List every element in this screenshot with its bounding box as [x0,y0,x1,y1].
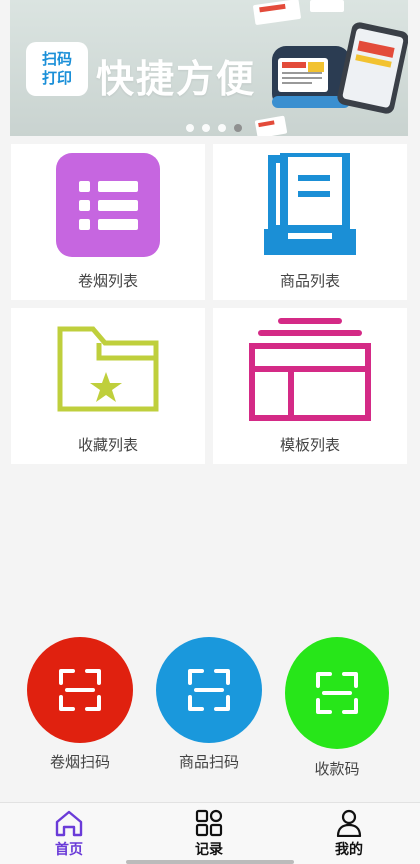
nav-home[interactable]: 首页 [29,809,109,859]
payment-code-button[interactable] [285,637,389,749]
product-scan-button[interactable] [156,637,262,743]
carousel-dot-2[interactable] [202,124,210,132]
nav-mine[interactable]: 我的 [309,809,389,859]
template-layout-icon [213,314,407,424]
scan-icon [188,669,230,711]
product-scan-label: 商品扫码 [178,753,239,771]
cigarette-scan-label: 卷烟扫码 [49,753,110,771]
bottom-navigation: 首页 记录 我的 [0,802,420,864]
favorites-list-label: 收藏列表 [77,436,138,454]
nav-home-label: 首页 [55,842,83,858]
star-folder-icon [11,314,205,424]
home-icon [55,810,83,837]
scan-print-badge: 扫码 打印 [26,42,88,96]
carousel-dots [186,124,242,132]
badge-line-2: 打印 [41,69,72,87]
template-list-label: 模板列表 [279,436,340,454]
label-printer-illustration [253,0,408,136]
nav-mine-label: 我的 [335,842,363,858]
product-list-label: 商品列表 [279,272,340,290]
payment-code-label: 收款码 [314,760,360,778]
favorites-list-card[interactable]: 收藏列表 [11,308,205,464]
nav-records-label: 记录 [195,842,223,858]
carousel-dot-1[interactable] [186,124,194,132]
carousel-dot-4[interactable] [234,124,242,132]
badge-line-1: 扫码 [41,50,72,68]
carousel-dot-3[interactable] [218,124,226,132]
home-indicator [126,860,294,864]
grid-apps-icon [195,809,223,837]
list-icon [11,150,205,260]
promo-banner[interactable]: 扫码 打印 快捷方便 [10,0,408,136]
cigarette-scan-button[interactable] [27,637,133,743]
user-icon [336,809,362,837]
scan-icon [316,672,358,714]
product-list-card[interactable]: 商品列表 [213,144,407,300]
template-list-card[interactable]: 模板列表 [213,308,407,464]
document-tray-icon [213,150,407,260]
nav-records[interactable]: 记录 [169,809,249,859]
scan-icon [59,669,101,711]
banner-title: 快捷方便 [96,57,257,101]
cigarette-list-label: 卷烟列表 [77,272,138,290]
cigarette-list-card[interactable]: 卷烟列表 [11,144,205,300]
